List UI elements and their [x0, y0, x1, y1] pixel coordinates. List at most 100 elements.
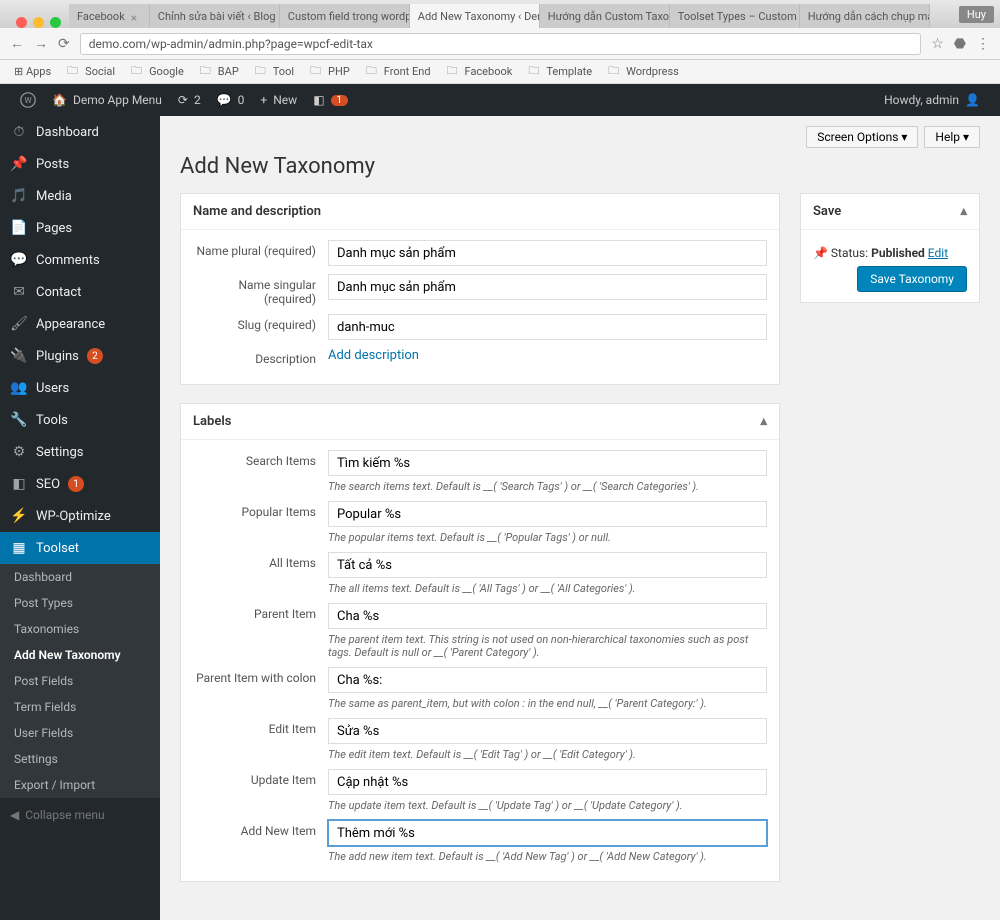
sidebar-item-dashboard[interactable]: ⏱Dashboard [0, 116, 160, 148]
notif-badge: 1 [331, 95, 349, 106]
sidebar-item-wp-optimize[interactable]: ⚡WP-Optimize [0, 500, 160, 532]
wp-admin-bar: W 🏠 Demo App Menu ⟳ 2 💬 0 + New ◧ 1 Howd… [0, 84, 1000, 116]
bookmark-folder[interactable]: 🗀 Social [59, 62, 119, 81]
sidebar-item-comments[interactable]: 💬 Comments [0, 244, 160, 276]
apps-bookmark[interactable]: ⊞ Apps [10, 65, 55, 78]
label-input[interactable] [328, 718, 767, 744]
edit-status-link[interactable]: Edit [928, 246, 948, 260]
bookmark-folder[interactable]: 🗀 Facebook [439, 62, 517, 81]
sidebar-item-posts[interactable]: 📌Posts [0, 148, 160, 180]
label-input[interactable] [328, 450, 767, 476]
sidebar-item-seo[interactable]: ◧SEO 1 [0, 468, 160, 500]
users-icon: 👥 [10, 380, 28, 396]
collapse-menu[interactable]: ◀ Collapse menu [0, 798, 160, 832]
sidebar-item-contact[interactable]: ✉Contact [0, 276, 160, 308]
browser-tab[interactable]: Add New Taxonomy ‹ Demo× [410, 4, 540, 28]
save-heading: Save [813, 204, 841, 219]
browser-tab[interactable]: Chỉnh sửa bài viết ‹ Blog Hu× [150, 4, 280, 28]
extension-icon[interactable]: ⬣ [954, 36, 966, 52]
tools-icon: 🔧 [10, 412, 28, 428]
window-controls[interactable] [8, 17, 69, 28]
label-input[interactable] [328, 667, 767, 693]
collapse-menu-label: Collapse menu [25, 808, 104, 822]
star-icon[interactable]: ☆ [931, 36, 944, 52]
sidebar-item-label: Toolset [36, 541, 79, 556]
label-help-text: The search items text. Default is __( 'S… [328, 480, 767, 493]
label-help-text: The add new item text. Default is __( 'A… [328, 850, 767, 863]
sidebar-item-appearance[interactable]: 🖌Appearance [0, 308, 160, 340]
bookmark-folder[interactable]: 🗀 Front End [358, 62, 435, 81]
seo-icon: ◧ [10, 476, 28, 492]
sidebar-subitem[interactable]: User Fields [0, 720, 160, 746]
name-singular-input[interactable] [328, 274, 767, 300]
url-input[interactable] [80, 33, 921, 55]
browser-tab[interactable]: Toolset Types – Custom Pos× [670, 4, 800, 28]
sidebar-item-users[interactable]: 👥Users [0, 372, 160, 404]
sidebar-item-plugins[interactable]: 🔌Plugins 2 [0, 340, 160, 372]
comments-link[interactable]: 💬 0 [209, 84, 253, 116]
browser-user-chip[interactable]: Huy [959, 6, 994, 23]
save-taxonomy-button[interactable]: Save Taxonomy [857, 266, 967, 292]
sidebar-subitem[interactable]: Dashboard [0, 564, 160, 590]
back-icon[interactable]: ← [10, 35, 24, 52]
toggle-icon[interactable]: ▴ [760, 414, 767, 429]
sidebar-subitem[interactable]: Add New Taxonomy [0, 642, 160, 668]
wp-logo-icon[interactable]: W [12, 84, 44, 116]
close-tab-icon[interactable]: × [131, 11, 141, 21]
bookmark-folder[interactable]: 🗀 Tool [247, 62, 298, 81]
bookmark-folder[interactable]: 🗀 BAP [192, 62, 243, 81]
page-icon: 📄 [10, 220, 28, 236]
browser-tab[interactable]: Hướng dẫn Custom Taxono× [540, 4, 670, 28]
browser-tab[interactable]: Facebook× [69, 4, 150, 28]
bookmark-folder[interactable]: 🗀 Wordpress [600, 62, 683, 81]
screen-options-button[interactable]: Screen Options ▾ [806, 126, 918, 148]
sidebar-item-label: Comments [36, 253, 100, 268]
label-input[interactable] [328, 603, 767, 629]
sidebar-item-label: Pages [36, 221, 72, 236]
sidebar-subitem[interactable]: Term Fields [0, 694, 160, 720]
help-button[interactable]: Help ▾ [924, 126, 980, 148]
reload-icon[interactable]: ⟳ [58, 36, 70, 52]
new-link[interactable]: + New [252, 84, 305, 116]
label-field-label: Add New Item [193, 820, 328, 838]
updates-link[interactable]: ⟳ 2 [170, 84, 209, 116]
forward-icon[interactable]: → [34, 35, 48, 52]
label-input[interactable] [328, 820, 767, 846]
minimize-window-icon[interactable] [33, 17, 44, 28]
description-label: Description [193, 348, 328, 366]
label-input[interactable] [328, 769, 767, 795]
sidebar-item-pages[interactable]: 📄 Pages [0, 212, 160, 244]
browser-tab[interactable]: Custom field trong wordpre× [280, 4, 410, 28]
bookmark-folder[interactable]: 🗀 Google [123, 62, 188, 81]
label-input[interactable] [328, 552, 767, 578]
menu-icon[interactable]: ⋮ [976, 36, 990, 52]
sidebar-item-tools[interactable]: 🔧Tools [0, 404, 160, 436]
bookmark-folder[interactable]: 🗀 PHP [302, 62, 354, 81]
comment-icon: 💬 [10, 252, 28, 268]
sidebar-item-media[interactable]: 🎵Media [0, 180, 160, 212]
site-name[interactable]: 🏠 Demo App Menu [44, 84, 170, 116]
seo-notif[interactable]: ◧ 1 [305, 84, 356, 116]
maximize-window-icon[interactable] [50, 17, 61, 28]
close-window-icon[interactable] [16, 17, 27, 28]
tab-label: Toolset Types – Custom Pos [678, 10, 800, 23]
label-field-label: Update Item [193, 769, 328, 787]
howdy-user[interactable]: Howdy, admin 👤 [876, 93, 988, 107]
sidebar-item-label: Media [36, 189, 72, 204]
settings-icon: ⚙ [10, 444, 28, 460]
sidebar-subitem[interactable]: Settings [0, 746, 160, 772]
browser-tab[interactable]: Hướng dẫn cách chụp màn h× [800, 4, 930, 28]
sidebar-subitem[interactable]: Post Fields [0, 668, 160, 694]
name-description-heading: Name and description [193, 204, 321, 219]
label-input[interactable] [328, 501, 767, 527]
sidebar-subitem[interactable]: Taxonomies [0, 616, 160, 642]
sidebar-subitem[interactable]: Post Types [0, 590, 160, 616]
sidebar-subitem[interactable]: Export / Import [0, 772, 160, 798]
toggle-icon[interactable]: ▴ [960, 204, 967, 219]
sidebar-item-toolset[interactable]: ▦Toolset [0, 532, 160, 564]
bookmark-folder[interactable]: 🗀 Template [520, 62, 596, 81]
add-description-link[interactable]: Add description [328, 348, 419, 363]
name-plural-input[interactable] [328, 240, 767, 266]
slug-input[interactable] [328, 314, 767, 340]
sidebar-item-settings[interactable]: ⚙Settings [0, 436, 160, 468]
